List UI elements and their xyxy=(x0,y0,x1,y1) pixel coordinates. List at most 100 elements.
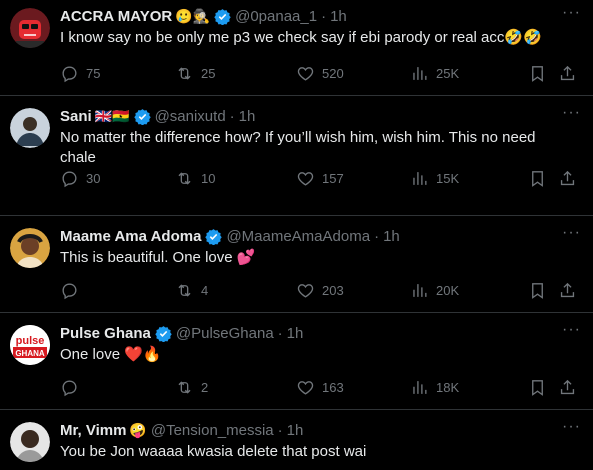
like-count: 157 xyxy=(322,170,344,186)
repost-button[interactable]: 25 xyxy=(175,64,215,83)
share-button[interactable] xyxy=(558,281,577,300)
name-emoji: 🥲🕵 xyxy=(175,7,211,24)
bookmark-icon xyxy=(528,281,547,300)
tweet[interactable]: Maame Ama Adoma @MaameAmaAdoma · 1h This… xyxy=(0,216,593,313)
view-count: 18K xyxy=(436,379,460,395)
action-bar: 2 163 18K xyxy=(60,377,579,397)
timestamp[interactable]: 1h xyxy=(287,325,304,342)
bookmark-button[interactable] xyxy=(528,64,547,83)
timestamp[interactable]: 1h xyxy=(330,8,347,25)
reply-icon xyxy=(60,281,79,300)
bookmark-icon xyxy=(528,378,547,397)
heart-icon xyxy=(296,378,315,397)
tweet[interactable]: pulse GHANA Pulse Ghana @PulseGhana · 1h… xyxy=(0,313,593,410)
verified-badge-icon xyxy=(205,228,223,245)
tweet-header: ACCRA MAYOR 🥲🕵 @0panaa_1 · 1h xyxy=(60,6,581,26)
views-button[interactable]: 20K xyxy=(410,281,459,300)
share-icon xyxy=(558,281,577,300)
avatar[interactable] xyxy=(10,422,50,462)
user-handle[interactable]: @PulseGhana xyxy=(176,325,274,342)
more-horizontal-icon[interactable]: ··· xyxy=(562,418,581,436)
share-button[interactable] xyxy=(558,64,577,83)
name-emoji: 🤪 xyxy=(129,421,147,438)
timestamp[interactable]: 1h xyxy=(383,228,400,245)
display-name[interactable]: Pulse Ghana xyxy=(60,325,151,342)
share-icon xyxy=(558,169,577,188)
reply-button[interactable] xyxy=(60,281,86,300)
separator-dot: · xyxy=(229,107,235,125)
views-button[interactable]: 18K xyxy=(410,378,459,397)
avatar[interactable] xyxy=(10,108,50,148)
like-button[interactable]: 163 xyxy=(296,378,344,397)
like-button[interactable]: 157 xyxy=(296,169,344,188)
reply-count: 75 xyxy=(86,65,101,81)
bookmark-button[interactable] xyxy=(528,169,547,188)
tweet[interactable]: Mr, Vimm 🤪 @Tension_messia · 1h You be J… xyxy=(0,410,593,470)
share-icon xyxy=(558,378,577,397)
views-chart-icon xyxy=(410,169,429,188)
action-bar: 4 203 20K xyxy=(60,280,579,300)
like-button[interactable]: 520 xyxy=(296,64,344,83)
user-handle[interactable]: @0panaa_1 xyxy=(235,8,317,25)
user-handle[interactable]: @sanixutd xyxy=(155,108,226,125)
bookmark-button[interactable] xyxy=(528,378,547,397)
tweet-text: One love ❤️🔥 xyxy=(60,346,162,363)
display-name[interactable]: Sani xyxy=(60,108,92,125)
views-button[interactable]: 25K xyxy=(410,64,459,83)
reply-button[interactable]: 75 xyxy=(60,64,100,83)
avatar[interactable] xyxy=(10,8,50,48)
user-handle[interactable]: @MaameAmaAdoma xyxy=(226,228,370,245)
heart-icon xyxy=(296,281,315,300)
user-handle[interactable]: @Tension_messia xyxy=(151,422,274,439)
avatar[interactable] xyxy=(10,228,50,268)
tweet[interactable]: Sani 🇬🇧🇬🇭 @sanixutd · 1h No matter the d… xyxy=(0,96,593,216)
tweet-text: This is beautiful. One love 💕 xyxy=(60,249,256,266)
repost-icon xyxy=(175,281,194,300)
share-button[interactable] xyxy=(558,169,577,188)
repost-icon xyxy=(175,64,194,83)
share-button[interactable] xyxy=(558,378,577,397)
tweet[interactable]: ACCRA MAYOR 🥲🕵 @0panaa_1 · 1h I know say… xyxy=(0,0,593,96)
more-horizontal-icon[interactable]: ··· xyxy=(562,104,581,122)
heart-icon xyxy=(296,169,315,188)
tweet-header: Mr, Vimm 🤪 @Tension_messia · 1h xyxy=(60,420,581,440)
repost-button[interactable]: 4 xyxy=(175,281,208,300)
timestamp[interactable]: 1h xyxy=(239,108,256,125)
repost-count: 4 xyxy=(201,282,209,298)
verified-badge-icon xyxy=(214,8,231,25)
like-count: 203 xyxy=(322,282,344,298)
reply-feed: ACCRA MAYOR 🥲🕵 @0panaa_1 · 1h I know say… xyxy=(0,0,593,470)
bookmark-icon xyxy=(528,64,547,83)
display-name[interactable]: Mr, Vimm xyxy=(60,422,126,439)
more-horizontal-icon[interactable]: ··· xyxy=(562,321,581,339)
repost-icon xyxy=(175,378,194,397)
views-chart-icon xyxy=(410,378,429,397)
view-count: 15K xyxy=(436,170,460,186)
reply-icon xyxy=(60,64,79,83)
display-name[interactable]: ACCRA MAYOR xyxy=(60,8,172,25)
repost-count: 10 xyxy=(201,170,216,186)
like-button[interactable]: 203 xyxy=(296,281,344,300)
reply-count: 30 xyxy=(86,170,101,186)
timestamp[interactable]: 1h xyxy=(287,422,304,439)
tweet-header: Maame Ama Adoma @MaameAmaAdoma · 1h xyxy=(60,226,581,246)
views-button[interactable]: 15K xyxy=(410,169,459,188)
more-horizontal-icon[interactable]: ··· xyxy=(562,4,581,22)
avatar[interactable]: pulse GHANA xyxy=(10,325,50,365)
display-name[interactable]: Maame Ama Adoma xyxy=(60,228,201,245)
repost-button[interactable]: 10 xyxy=(175,169,215,188)
verified-badge-icon xyxy=(155,325,172,342)
separator-dot: · xyxy=(277,324,283,342)
avatar-text-top: pulse xyxy=(16,335,45,347)
like-count: 163 xyxy=(322,379,344,395)
more-horizontal-icon[interactable]: ··· xyxy=(562,224,581,242)
tweet-text: You be Jon waaaa kwasia delete that post… xyxy=(60,443,367,460)
repost-count: 25 xyxy=(201,65,216,81)
repost-button[interactable]: 2 xyxy=(175,378,208,397)
reply-button[interactable]: 30 xyxy=(60,169,100,188)
separator-dot: · xyxy=(374,227,380,245)
tweet-text: No matter the difference how? If you’ll … xyxy=(60,129,536,166)
reply-button[interactable] xyxy=(60,378,86,397)
separator-dot: · xyxy=(277,421,283,439)
bookmark-button[interactable] xyxy=(528,281,547,300)
